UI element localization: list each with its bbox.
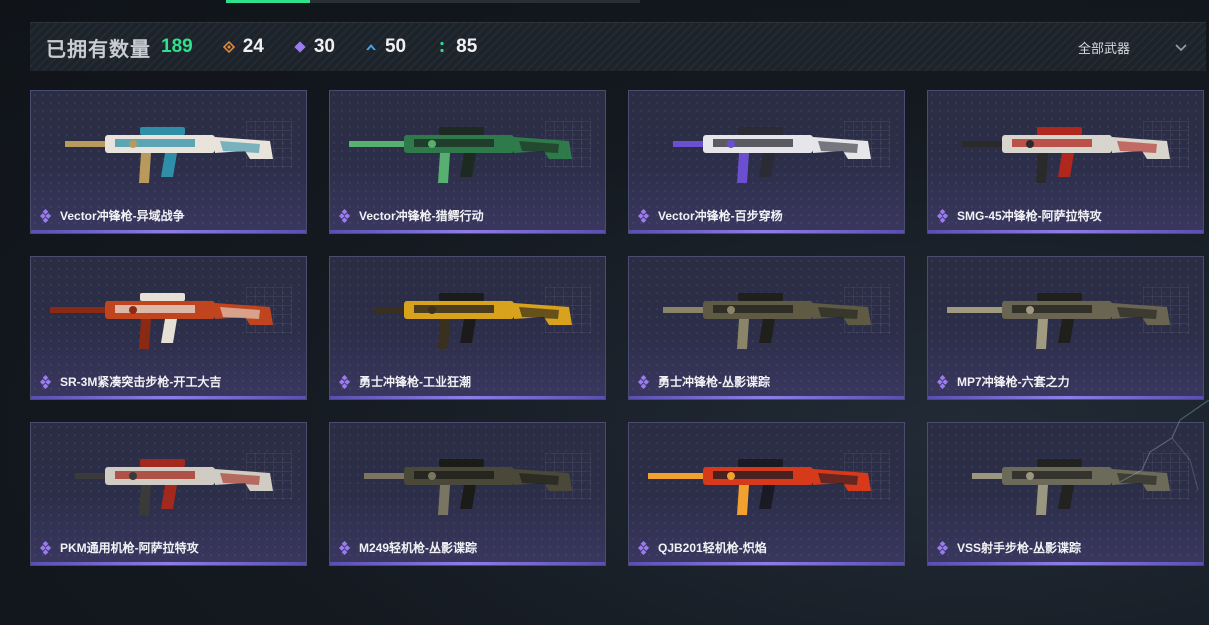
weapon-image [50, 293, 273, 349]
weapon-caption: SMG-45冲锋枪-阿萨拉特攻 [936, 207, 1102, 224]
stat-green-value: 85 [456, 36, 478, 57]
weapon-name: 勇士冲锋枪-丛影谍踪 [658, 375, 770, 389]
weapon-image [75, 459, 273, 515]
weapon-filter-label: 全部武器 [1077, 40, 1130, 56]
weapon-name: VSS射手步枪-丛影谍踪 [957, 541, 1082, 555]
weapon-caption: QJB201轻机枪-炽焰 [637, 539, 767, 556]
purple-rarity-icon [936, 374, 951, 389]
weapon-caption: SR-3M紧凑突击步枪-开工大吉 [39, 373, 222, 390]
stat-orange-value: 24 [242, 36, 264, 57]
weapon-filter-dropdown[interactable]: 全部武器 [1078, 23, 1188, 71]
owned-count-total: 189 [161, 36, 193, 57]
orange-diamond-icon [222, 41, 235, 53]
weapon-image [947, 293, 1170, 349]
weapon-caption: Vector冲锋枪-百步穿杨 [637, 207, 783, 224]
weapon-card[interactable]: PKM通用机枪-阿萨拉特攻 [30, 422, 307, 566]
weapon-image [349, 127, 572, 183]
weapon-image [648, 459, 871, 515]
stat-blue: 50 [365, 36, 406, 58]
purple-rarity-icon [936, 540, 951, 555]
weapon-image [65, 127, 273, 183]
weapon-card[interactable]: Vector冲锋枪-百步穿杨 [628, 90, 905, 234]
weapon-name: QJB201轻机枪-炽焰 [658, 541, 767, 555]
stat-blue-value: 50 [384, 36, 407, 57]
weapon-image [364, 459, 572, 515]
weapon-caption: Vector冲锋枪-猎鳄行动 [338, 207, 484, 224]
stat-purple: 30 [294, 36, 335, 58]
purple-rarity-icon [338, 208, 353, 223]
weapon-name: SMG-45冲锋枪-阿萨拉特攻 [957, 209, 1102, 223]
purple-rarity-icon [637, 540, 652, 555]
weapon-name: Vector冲锋枪-百步穿杨 [658, 209, 783, 223]
weapon-name: M249轻机枪-丛影谍踪 [359, 541, 478, 555]
weapon-caption: VSS射手步枪-丛影谍踪 [936, 539, 1082, 556]
green-dots-icon [436, 41, 448, 53]
weapon-image [663, 293, 871, 349]
weapon-caption: M249轻机枪-丛影谍踪 [338, 539, 478, 556]
purple-rarity-icon [338, 374, 353, 389]
weapon-image [374, 293, 572, 349]
weapon-caption: 勇士冲锋枪-工业狂潮 [338, 373, 471, 390]
purple-rarity-icon [637, 374, 652, 389]
weapon-card[interactable]: M249轻机枪-丛影谍踪 [329, 422, 606, 566]
weapon-name: Vector冲锋枪-异域战争 [60, 209, 185, 223]
purple-diamond-icon [294, 41, 306, 53]
background-crack-decoration [1119, 400, 1209, 491]
chevron-down-icon [1174, 40, 1188, 54]
weapon-card[interactable]: 勇士冲锋枪-丛影谍踪 [628, 256, 905, 400]
weapon-name: SR-3M紧凑突击步枪-开工大吉 [60, 375, 222, 389]
purple-rarity-icon [637, 208, 652, 223]
weapon-name: PKM通用机枪-阿萨拉特攻 [60, 541, 199, 555]
collection-stats-bar: 已拥有数量 189 24 30 50 85 全部武器 [30, 22, 1206, 71]
blue-chevron-icon [365, 41, 377, 53]
purple-rarity-icon [39, 374, 54, 389]
weapon-card[interactable]: SR-3M紧凑突击步枪-开工大吉 [30, 256, 307, 400]
owned-count-label: 已拥有数量 [46, 38, 151, 61]
weapon-card[interactable]: QJB201轻机枪-炽焰 [628, 422, 905, 566]
weapon-card[interactable]: MP7冲锋枪-六套之力 [927, 256, 1204, 400]
purple-rarity-icon [39, 208, 54, 223]
weapon-caption: 勇士冲锋枪-丛影谍踪 [637, 373, 770, 390]
stat-green: 85 [436, 36, 477, 58]
purple-rarity-icon [936, 208, 951, 223]
weapon-card[interactable]: SMG-45冲锋枪-阿萨拉特攻 [927, 90, 1204, 234]
purple-rarity-icon [338, 540, 353, 555]
weapon-image [673, 127, 871, 183]
weapon-card[interactable]: Vector冲锋枪-猎鳄行动 [329, 90, 606, 234]
weapon-name: Vector冲锋枪-猎鳄行动 [359, 209, 484, 223]
weapon-caption: Vector冲锋枪-异域战争 [39, 207, 185, 224]
weapon-name: 勇士冲锋枪-工业狂潮 [359, 375, 471, 389]
top-tab-indicator [226, 0, 640, 3]
weapon-caption: MP7冲锋枪-六套之力 [936, 373, 1070, 390]
stat-purple-value: 30 [313, 36, 335, 57]
purple-rarity-icon [39, 540, 54, 555]
stat-orange: 24 [222, 36, 264, 58]
weapon-card[interactable]: Vector冲锋枪-异域战争 [30, 90, 307, 234]
weapon-name: MP7冲锋枪-六套之力 [957, 375, 1070, 389]
weapon-caption: PKM通用机枪-阿萨拉特攻 [39, 539, 199, 556]
weapon-card[interactable]: 勇士冲锋枪-工业狂潮 [329, 256, 606, 400]
weapon-image [962, 127, 1170, 183]
active-tab-underline [226, 0, 310, 3]
